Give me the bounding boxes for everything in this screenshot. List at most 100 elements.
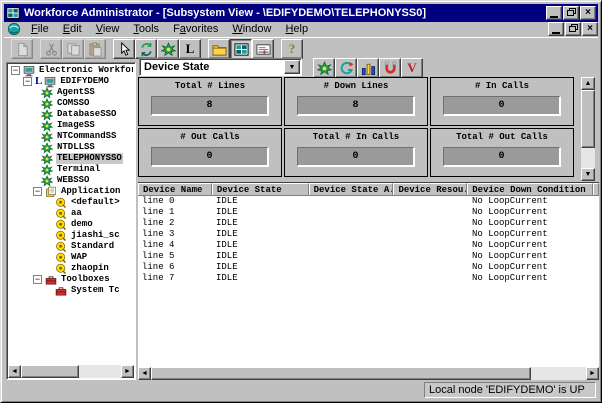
tree-item-telephonysso[interactable]: TELEPHONYSSO — [9, 153, 133, 164]
refresh-button[interactable] — [135, 39, 157, 59]
stats-vertical-scrollbar[interactable]: ▲ ▼ — [581, 77, 595, 181]
device-pane: Device State ▼ V Total # Lines8 # Down L… — [138, 58, 599, 380]
col-device-resource[interactable]: Device Resou... — [393, 183, 467, 195]
subsystem-view-button[interactable] — [230, 39, 252, 59]
stat-label: # Down Lines — [285, 81, 427, 91]
magnet-button[interactable] — [379, 58, 401, 78]
scroll-right-icon[interactable]: ► — [121, 365, 134, 378]
scroll-thumb[interactable] — [151, 367, 531, 380]
tree-item-wap[interactable]: WAP — [9, 252, 133, 263]
cell-down-condition: No LoopCurrent — [468, 262, 594, 273]
device-state-selector[interactable]: Device State ▼ — [139, 58, 302, 76]
tree-item-imagess[interactable]: ImageSS — [9, 120, 133, 131]
collapse-icon[interactable]: − — [33, 275, 42, 284]
cell-device-state: IDLE — [212, 207, 309, 218]
tree-item-databasesso[interactable]: DatabaseSSO — [9, 109, 133, 120]
table-row[interactable]: line 1IDLENo LoopCurrent — [138, 207, 599, 218]
collapse-icon[interactable]: − — [11, 66, 20, 75]
minimize-button[interactable] — [546, 6, 562, 20]
label-l-button[interactable]: L — [179, 39, 201, 59]
cell-resource — [394, 273, 468, 284]
menu-item-window[interactable]: Window — [225, 23, 278, 36]
tree-horizontal-scrollbar[interactable]: ◄ ► — [8, 365, 134, 378]
paste-icon — [88, 42, 103, 57]
scroll-thumb[interactable] — [21, 365, 79, 378]
menu-item-view[interactable]: View — [89, 23, 127, 36]
collapse-icon[interactable]: − — [23, 77, 32, 86]
stat-cell: # Down Lines8 — [284, 77, 428, 126]
cell-resource — [394, 218, 468, 229]
cut-button[interactable] — [40, 39, 62, 59]
table-row[interactable]: line 4IDLENo LoopCurrent — [138, 240, 599, 251]
scroll-down-icon[interactable]: ▼ — [581, 168, 595, 181]
restore-button[interactable] — [563, 6, 579, 20]
tree-item-default[interactable]: <default> — [9, 197, 133, 208]
tree-item-aa[interactable]: aa — [9, 208, 133, 219]
help-button[interactable]: ? — [281, 39, 303, 59]
refresh-icon — [339, 61, 354, 76]
chevron-down-icon[interactable]: ▼ — [284, 60, 300, 74]
table-row[interactable]: line 3IDLENo LoopCurrent — [138, 229, 599, 240]
label-l-icon: L — [186, 41, 195, 57]
table-horizontal-scrollbar[interactable]: ◄ ► — [138, 367, 599, 380]
cell-resource — [394, 196, 468, 207]
mdi-close-button[interactable]: × — [582, 22, 598, 36]
mdi-minimize-icon — [552, 32, 560, 34]
table-row[interactable]: line 0IDLENo LoopCurrent — [138, 196, 599, 207]
tree-item-toolboxes[interactable]: −Toolboxes — [9, 274, 133, 285]
menu-item-help[interactable]: Help — [278, 23, 315, 36]
subsystem-button[interactable] — [157, 39, 179, 59]
scroll-left-icon[interactable]: ◄ — [8, 365, 21, 378]
tree-item-application[interactable]: −Application — [9, 186, 133, 197]
tree-item-demo[interactable]: demo — [9, 219, 133, 230]
chart-button[interactable] — [357, 58, 379, 78]
scroll-up-icon[interactable]: ▲ — [581, 77, 595, 90]
col-device-down-condition[interactable]: Device Down Condition — [467, 183, 593, 195]
tree-item-ntdllss[interactable]: NTDLLSS — [9, 142, 133, 153]
table-row[interactable]: line 7IDLENo LoopCurrent — [138, 273, 599, 284]
table-row[interactable]: line 6IDLENo LoopCurrent — [138, 262, 599, 273]
properties-button[interactable] — [252, 39, 274, 59]
tree-item-agentss[interactable]: AgentSS — [9, 87, 133, 98]
scroll-left-icon[interactable]: ◄ — [138, 367, 151, 380]
table-row[interactable]: line 2IDLENo LoopCurrent — [138, 218, 599, 229]
tree-item-edifydemo[interactable]: −LEDIFYDEMO — [9, 76, 133, 87]
new-document-button[interactable] — [11, 39, 33, 59]
tree-item-electronic-workforce[interactable]: −Electronic Workfor — [9, 65, 133, 76]
monitor-button[interactable] — [313, 58, 335, 78]
refresh-icon — [139, 42, 154, 57]
validate-button[interactable]: V — [401, 58, 423, 78]
menu-item-edit[interactable]: Edit — [56, 23, 89, 36]
table-row[interactable]: line 5IDLENo LoopCurrent — [138, 251, 599, 262]
cell-device-name: line 3 — [138, 229, 212, 240]
paste-button[interactable] — [84, 39, 106, 59]
col-device-name[interactable]: Device Name — [138, 183, 212, 195]
mdi-minimize-button[interactable] — [548, 22, 564, 36]
scroll-right-icon[interactable]: ► — [586, 367, 599, 380]
tree-item-jiashi[interactable]: jiashi_sc — [9, 230, 133, 241]
selector-value: Device State — [140, 61, 284, 73]
menu-item-favorites[interactable]: Favorites — [166, 23, 225, 36]
tree-item-standard[interactable]: Standard — [9, 241, 133, 252]
select-arrow-button[interactable] — [113, 39, 135, 59]
table-header: Device Name Device State Device State A.… — [138, 183, 599, 196]
menu-item-file[interactable]: File — [24, 23, 56, 36]
collapse-icon[interactable]: − — [33, 187, 42, 196]
mdi-restore-button[interactable] — [565, 22, 581, 36]
open-folder-button[interactable] — [208, 39, 230, 59]
tree-item-ntcommandss[interactable]: NTCommandSS — [9, 131, 133, 142]
cell-resource — [394, 262, 468, 273]
col-device-state[interactable]: Device State — [212, 183, 309, 195]
copy-button[interactable] — [62, 39, 84, 59]
tree-item-comsso[interactable]: COMSSO — [9, 98, 133, 109]
stat-value: 0 — [443, 96, 561, 116]
tree-item-websso[interactable]: WEBSSO — [9, 175, 133, 186]
close-button[interactable]: × — [580, 6, 596, 20]
refresh-view-button[interactable] — [335, 58, 357, 78]
col-device-state-attr[interactable]: Device State A... — [309, 183, 394, 195]
tree-item-system-toolbox[interactable]: System Tc — [9, 285, 133, 296]
tree-item-zhaopin[interactable]: zhaopin — [9, 263, 133, 274]
scroll-thumb[interactable] — [581, 90, 595, 148]
menu-item-tools[interactable]: Tools — [126, 23, 166, 36]
tree-item-terminal[interactable]: Terminal — [9, 164, 133, 175]
